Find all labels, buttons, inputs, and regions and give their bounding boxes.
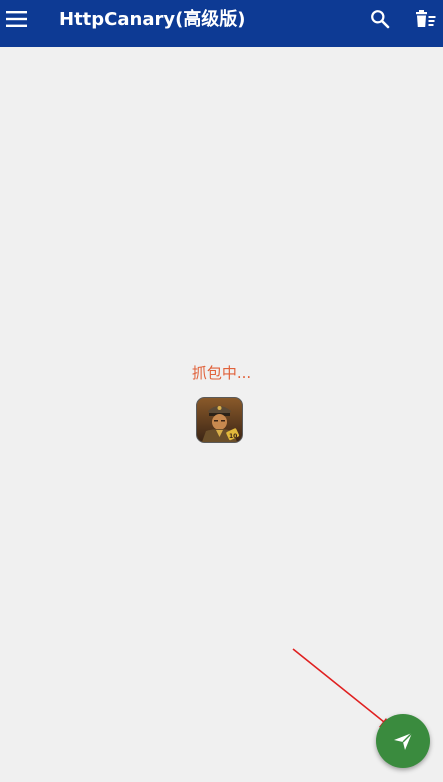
delete-list-icon [416,10,436,27]
game-app-icon: 10 [196,397,243,443]
svg-text:10: 10 [229,433,237,440]
search-button[interactable] [367,6,393,32]
send-fab-button[interactable] [376,714,430,768]
menu-button[interactable] [5,6,29,32]
clear-records-button[interactable] [413,6,439,32]
app-bar: HttpCanary(高级版) [0,0,443,47]
search-icon [371,10,390,29]
capture-status-text: 抓包中... [191,364,252,382]
app-title: HttpCanary(高级版) [59,9,246,30]
hamburger-menu-icon [6,11,27,27]
target-app-button[interactable]: 10 [196,397,243,443]
send-icon [394,732,413,750]
